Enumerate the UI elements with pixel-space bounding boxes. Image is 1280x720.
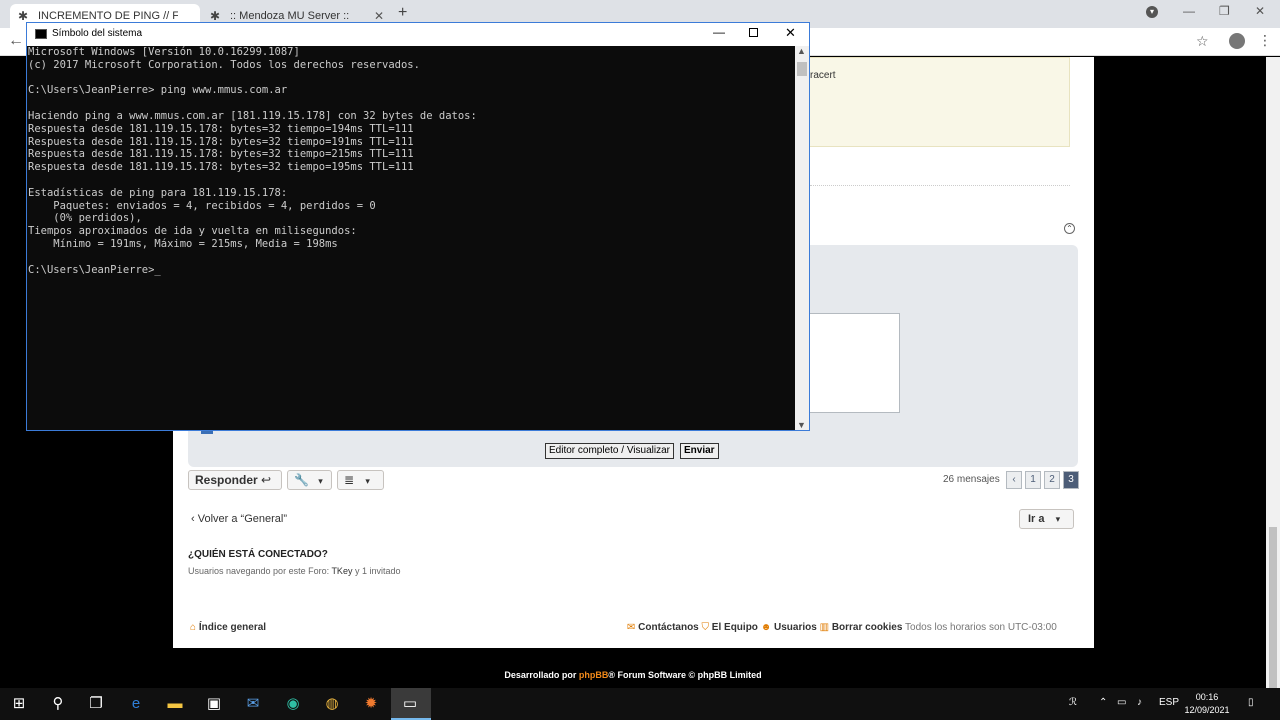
scroll-down-icon[interactable]: ▼ [797,420,806,430]
back-to-forum-link[interactable]: ‹ Volver a “General” [191,513,287,525]
page-link-1[interactable]: 1 [1025,471,1041,489]
who-suffix: y 1 invitado [354,566,401,576]
chevron-down-icon: ▾ [365,476,370,486]
who-prefix: Usuarios navegando por este Foro: [188,566,330,576]
contact-link[interactable]: Contáctanos [638,622,699,633]
reply-label: Responder [195,473,258,487]
goto-label: Ir a [1028,513,1045,525]
post-count: 26 mensajes [943,474,1000,485]
mail-icon[interactable]: ✉ [243,694,263,714]
command-prompt-taskbar-icon[interactable]: ▭ [400,694,420,714]
page-current-3: 3 [1063,471,1079,489]
edge-icon[interactable]: ◉ [283,694,303,714]
clock-date: 12/09/2021 [1184,705,1230,715]
tab-title: :: Mendoza MU Server :: [230,10,350,22]
show-hidden-icons-icon[interactable]: ⌃ [1099,697,1107,708]
task-view-icon[interactable]: ❐ [86,694,106,714]
network-icon[interactable]: ▭ [1117,697,1126,708]
phpbb-link[interactable]: phpBB [579,670,609,680]
site-favicon-icon: ✱ [210,9,221,23]
reply-arrow-icon: ↩ [261,473,272,487]
powered-by: Desarrollado por phpBB® Forum Software ©… [0,670,1266,680]
powered-suffix: ® Forum Software © phpBB Limited [608,670,762,680]
maximize-icon[interactable] [749,28,758,37]
clock-time: 00:16 [1195,692,1219,702]
chevron-down-icon: ▾ [1055,514,1061,524]
search-icon[interactable]: ⚲ [48,694,68,714]
back-arrow-icon[interactable]: ← [8,32,24,50]
minimize-browser-icon[interactable]: — [1183,4,1195,18]
board-index-label: Índice general [198,622,267,633]
cmd-output[interactable]: Microsoft Windows [Versión 10.0.16299.10… [27,46,795,430]
home-icon: ⌂ [190,622,197,633]
game-icon[interactable]: ✹ [361,694,381,714]
back-link-label: Volver a “General” [197,513,287,525]
cmd-scroll-thumb[interactable] [797,62,807,76]
maximize-browser-icon[interactable]: ❐ [1219,4,1230,18]
users-icon: ☻ [760,622,772,633]
cmd-app-icon [35,29,47,39]
page-scrollbar[interactable] [1266,57,1280,717]
prev-page-icon[interactable]: ‹ [1006,471,1022,489]
cmd-scrollbar[interactable]: ▲ ▼ [795,46,809,430]
footer-links: ✉ Contáctanos ⛉ El Equipo ☻ Usuarios ▥ B… [627,622,1057,633]
board-index-link[interactable]: ⌂ Índice general [190,622,266,633]
windows-start-icon[interactable]: ⊞ [9,694,29,714]
tab-title: INCREMENTO DE PING // FIBERT [38,10,178,22]
chevron-left-icon: ‹ [191,513,198,525]
members-link[interactable]: Usuarios [774,622,817,633]
message-textarea[interactable] [808,313,900,413]
notifications-icon[interactable]: ▯ [1248,697,1254,708]
close-icon[interactable]: ✕ [785,25,796,41]
wrench-icon: 🔧 [294,473,309,487]
preview-button[interactable]: Editor completo / Visualizar [545,443,674,459]
close-tab-icon[interactable]: ✕ [374,9,384,23]
people-icon[interactable]: ℛ [1069,697,1077,708]
close-browser-icon[interactable]: ✕ [1255,4,1265,18]
tools-dropdown[interactable]: 🔧 ▾ [287,470,332,490]
command-prompt-window[interactable]: Símbolo del sistema — ✕ Microsoft Window… [26,22,810,431]
profile-menu-chevron-icon[interactable]: ▾ [1146,6,1158,18]
send-button[interactable]: Enviar [680,443,719,459]
file-explorer-icon[interactable]: ▬ [165,694,185,714]
reply-button[interactable]: Responder ↩ [188,470,282,490]
who-is-online-title: ¿QUIÉN ESTÁ CONECTADO? [188,549,328,560]
windows-taskbar: ⊞ ⚲ ❐ e ▬ ▣ ✉ ◉ ◍ ✹ ▭ ℛ ⌃ ▭ ♪ ESP 00:16 … [0,688,1280,720]
bookmark-star-icon[interactable]: ☆ [1196,33,1209,50]
volume-icon[interactable]: ♪ [1137,697,1142,708]
envelope-icon: ✉ [627,622,636,633]
language-indicator[interactable]: ESP [1159,697,1179,708]
site-favicon-icon: ✱ [18,9,29,23]
page-link-2[interactable]: 2 [1044,471,1060,489]
new-tab-button[interactable]: + [398,4,407,22]
store-icon[interactable]: ▣ [204,694,224,714]
team-link[interactable]: El Equipo [712,622,758,633]
sort-dropdown[interactable]: ≣ ▾ [337,470,384,490]
edge-legacy-icon[interactable]: e [126,694,146,714]
who-is-online-line: Usuarios navegando por este Foro: TKey y… [188,566,401,576]
code-box-text: racert [810,70,836,81]
cmd-window-title: Símbolo del sistema [52,28,143,39]
sort-icon: ≣ [344,473,355,487]
delete-cookies-link[interactable]: Borrar cookies [832,622,903,633]
system-clock[interactable]: 00:16 12/09/2021 [1182,691,1232,717]
chrome-icon[interactable]: ◍ [322,694,342,714]
browser-menu-icon[interactable]: ⋮ [1258,32,1272,49]
post-separator [810,185,1070,186]
chevron-down-icon: ▾ [318,476,323,486]
profile-avatar-icon[interactable] [1229,33,1245,49]
trash-icon: ▥ [819,622,830,633]
jump-to-dropdown[interactable]: Ir a ▾ [1019,509,1074,529]
online-user-link[interactable]: TKey [331,566,352,576]
cmd-title-bar[interactable]: Símbolo del sistema — ✕ [27,23,809,46]
scroll-up-icon[interactable]: ▲ [797,46,806,56]
minimize-icon[interactable]: — [713,25,725,39]
shield-icon: ⛉ [701,622,710,633]
back-to-top-icon[interactable]: ⌃ [1064,223,1075,234]
powered-prefix: Desarrollado por [504,670,577,680]
code-box [800,57,1070,147]
timezone-note: Todos los horarios son UTC-03:00 [905,622,1057,633]
